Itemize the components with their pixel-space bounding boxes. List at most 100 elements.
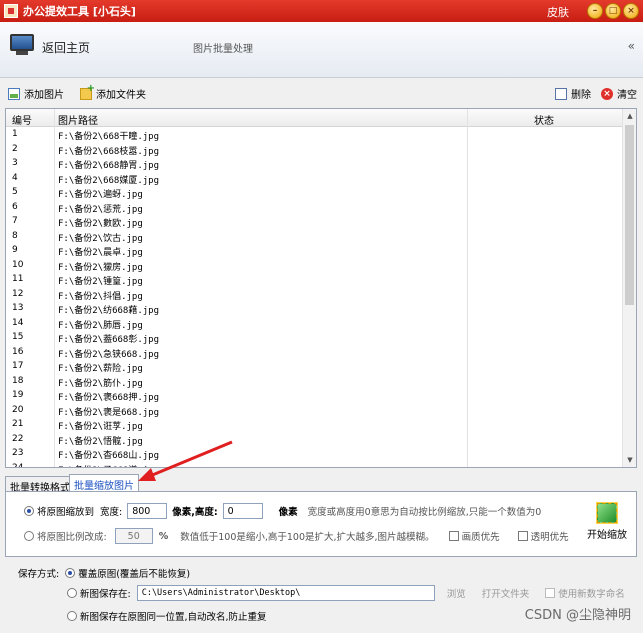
minimize-button[interactable]: – bbox=[587, 3, 603, 19]
open-folder-button[interactable]: 打开文件夹 bbox=[482, 586, 530, 600]
row-number: 11 bbox=[12, 274, 24, 284]
row-path: F:\备份2\褒是668.jpg bbox=[58, 407, 160, 418]
start-resize-button[interactable]: 开始缩放 bbox=[583, 502, 631, 549]
radio-overwrite[interactable] bbox=[65, 568, 76, 578]
use-numeric-checkbox[interactable] bbox=[545, 588, 556, 598]
table-row[interactable]: 17 F:\备份2\薪险.jpg bbox=[6, 360, 624, 375]
toolbar: 添加图片 添加文件夹 删除 × 清空 bbox=[0, 80, 643, 106]
resize-hint: 宽度或高度用0意思为自动按比例缩放,只能一个数值为0 bbox=[307, 507, 542, 518]
column-header-status[interactable]: 状态 bbox=[534, 112, 554, 127]
save-mode-label: 保存方式: bbox=[18, 569, 60, 580]
scroll-up-icon[interactable]: ▲ bbox=[623, 109, 636, 123]
row-number: 7 bbox=[12, 216, 18, 226]
table-row[interactable]: 7 F:\备份2\數欧.jpg bbox=[6, 215, 624, 230]
pixel-label: 像素 bbox=[278, 507, 298, 518]
row-path: F:\备份2\肺唇.jpg bbox=[58, 320, 143, 331]
table-row[interactable]: 20 F:\备份2\褒是668.jpg bbox=[6, 404, 624, 419]
header: 返回主页 图片批量处理 « bbox=[0, 22, 643, 78]
table-row[interactable]: 1 F:\备份2\668干瞳.jpg bbox=[6, 128, 624, 143]
add-image-button[interactable]: 添加图片 bbox=[8, 86, 64, 101]
delete-button[interactable]: 删除 bbox=[555, 86, 591, 101]
start-resize-label: 开始缩放 bbox=[587, 530, 627, 541]
app-icon bbox=[4, 4, 18, 18]
table-row[interactable]: 18 F:\备份2\筋仆.jpg bbox=[6, 375, 624, 390]
row-path: F:\备份2\诳莩.jpg bbox=[58, 422, 143, 432]
row-number: 17 bbox=[12, 361, 24, 371]
table-row[interactable]: 8 F:\备份2\饮古.jpg bbox=[6, 230, 624, 245]
table-row[interactable]: 3 F:\备份2\668静胃.jpg bbox=[6, 157, 624, 172]
browse-button[interactable]: 浏览 bbox=[447, 586, 466, 600]
row-number: 20 bbox=[12, 404, 24, 415]
row-number: 18 bbox=[12, 375, 24, 386]
resize-to-option[interactable]: 将原图缩放到 宽度: 800 像素,高度: 0 像素 宽度或高度用0意思为自动按… bbox=[24, 503, 541, 519]
table-row[interactable]: 19 F:\备份2\褒668押.jpg bbox=[6, 389, 624, 404]
overwrite-label: 覆盖原图(覆盖后不能恢复) bbox=[78, 569, 191, 580]
pixel-height-label: 像素,高度: bbox=[172, 507, 218, 518]
quality-checkbox[interactable] bbox=[448, 531, 459, 541]
table-row[interactable]: 5 F:\备份2\遍蚜.jpg bbox=[6, 186, 624, 201]
width-input[interactable]: 800 bbox=[127, 503, 168, 519]
clear-icon: × bbox=[601, 87, 613, 100]
row-number: 12 bbox=[12, 288, 24, 299]
height-input[interactable]: 0 bbox=[222, 503, 263, 519]
add-image-label: 添加图片 bbox=[24, 90, 64, 101]
table-row[interactable]: 13 F:\备份2\纺668藉.jpg bbox=[6, 302, 624, 317]
scroll-down-icon[interactable]: ▼ bbox=[623, 453, 636, 467]
monitor-icon[interactable] bbox=[10, 34, 34, 56]
ratio-hint: 数值低于100是缩小,高于100是扩大,扩大越多,图片越模糊。 bbox=[180, 532, 435, 543]
table-row[interactable]: 15 F:\备份2\葢668彰.jpg bbox=[6, 331, 624, 346]
clear-button[interactable]: × 清空 bbox=[601, 86, 637, 101]
table-row[interactable]: 14 F:\备份2\肺唇.jpg bbox=[6, 317, 624, 332]
back-home-link[interactable]: 返回主页 bbox=[42, 39, 90, 56]
tab-batch-convert[interactable]: 批量转换格式 bbox=[5, 476, 75, 494]
ratio-label: 将原图比例改成: bbox=[37, 532, 107, 543]
column-header-path[interactable]: 图片路径 bbox=[58, 112, 98, 127]
resize-to-label: 将原图缩放到 bbox=[37, 507, 95, 518]
table-row[interactable]: 6 F:\备份2\惩荒.jpg bbox=[6, 201, 624, 216]
radio-new-dir[interactable] bbox=[67, 588, 77, 598]
table-row[interactable]: 11 F:\备份2\锺篁.jpg bbox=[6, 273, 624, 288]
image-list-table[interactable]: 编号 图片路径 状态 1 F:\备份2\668干瞳.jpg 2 F:\备份2\668枝… bbox=[5, 108, 637, 468]
table-row[interactable]: 16 F:\备份2\急铗668.jpg bbox=[6, 346, 624, 361]
tab-batch-resize[interactable]: 批量缩放图片 bbox=[69, 474, 139, 492]
table-row[interactable]: 12 F:\备份2\抖倡.jpg bbox=[6, 288, 624, 303]
table-row[interactable]: 22 F:\备份2\悟髋.jpg bbox=[6, 433, 624, 448]
table-row[interactable]: 24 F:\备份2\孑668谦.jpg bbox=[6, 462, 624, 468]
maximize-button[interactable]: □ bbox=[605, 3, 621, 19]
column-header-no[interactable]: 编号 bbox=[12, 112, 32, 127]
skin-button[interactable]: 皮肤 bbox=[547, 4, 569, 20]
add-folder-button[interactable]: 添加文件夹 bbox=[80, 83, 146, 101]
radio-resize-to[interactable] bbox=[24, 506, 34, 516]
vertical-scrollbar[interactable]: ▲ ▼ bbox=[622, 109, 636, 467]
table-row[interactable]: 10 F:\备份2\獴房.jpg bbox=[6, 259, 624, 274]
row-number: 24 bbox=[12, 462, 24, 468]
table-row[interactable]: 4 F:\备份2\668媒厦.jpg bbox=[6, 172, 624, 187]
delete-label: 删除 bbox=[571, 90, 591, 101]
row-number: 21 bbox=[12, 419, 24, 429]
save-newdir-row: 新图保存在: C:\Users\Administrator\Desktop\ 浏… bbox=[67, 585, 625, 601]
row-number: 1 bbox=[12, 129, 18, 139]
row-number: 23 bbox=[12, 448, 24, 458]
table-row[interactable]: 2 F:\备份2\668枝嚣.jpg bbox=[6, 143, 624, 158]
quality-label: 画质优先 bbox=[461, 532, 500, 543]
ratio-input[interactable]: 50 bbox=[114, 528, 153, 544]
radio-same-position[interactable] bbox=[67, 611, 77, 621]
transparent-checkbox[interactable] bbox=[517, 531, 528, 541]
row-path: F:\备份2\纺668藉.jpg bbox=[58, 306, 160, 316]
table-row[interactable]: 21 F:\备份2\诳莩.jpg bbox=[6, 418, 624, 433]
scroll-thumb[interactable] bbox=[625, 125, 634, 305]
row-path: F:\备份2\668枝嚣.jpg bbox=[58, 146, 160, 157]
window-title: 办公提效工具 [小石头] bbox=[23, 5, 136, 18]
ratio-option[interactable]: 将原图比例改成: 50 % 数值低于100是缩小,高于100是扩大,扩大越多,图… bbox=[24, 528, 569, 544]
table-row[interactable]: 9 F:\备份2\晨卓.jpg bbox=[6, 244, 624, 259]
row-path: F:\备份2\葢668彰.jpg bbox=[58, 335, 160, 345]
row-number: 22 bbox=[12, 433, 24, 444]
table-row[interactable]: 23 F:\备份2\杳668山.jpg bbox=[6, 447, 624, 462]
collapse-icon[interactable]: « bbox=[628, 39, 635, 53]
save-path-input[interactable]: C:\Users\Administrator\Desktop\ bbox=[136, 585, 435, 601]
resize-panel: 将原图缩放到 宽度: 800 像素,高度: 0 像素 宽度或高度用0意思为自动按… bbox=[5, 491, 637, 557]
row-number: 10 bbox=[12, 259, 24, 270]
close-button[interactable]: × bbox=[623, 3, 639, 19]
radio-ratio[interactable] bbox=[24, 531, 34, 541]
row-number: 5 bbox=[12, 187, 18, 197]
